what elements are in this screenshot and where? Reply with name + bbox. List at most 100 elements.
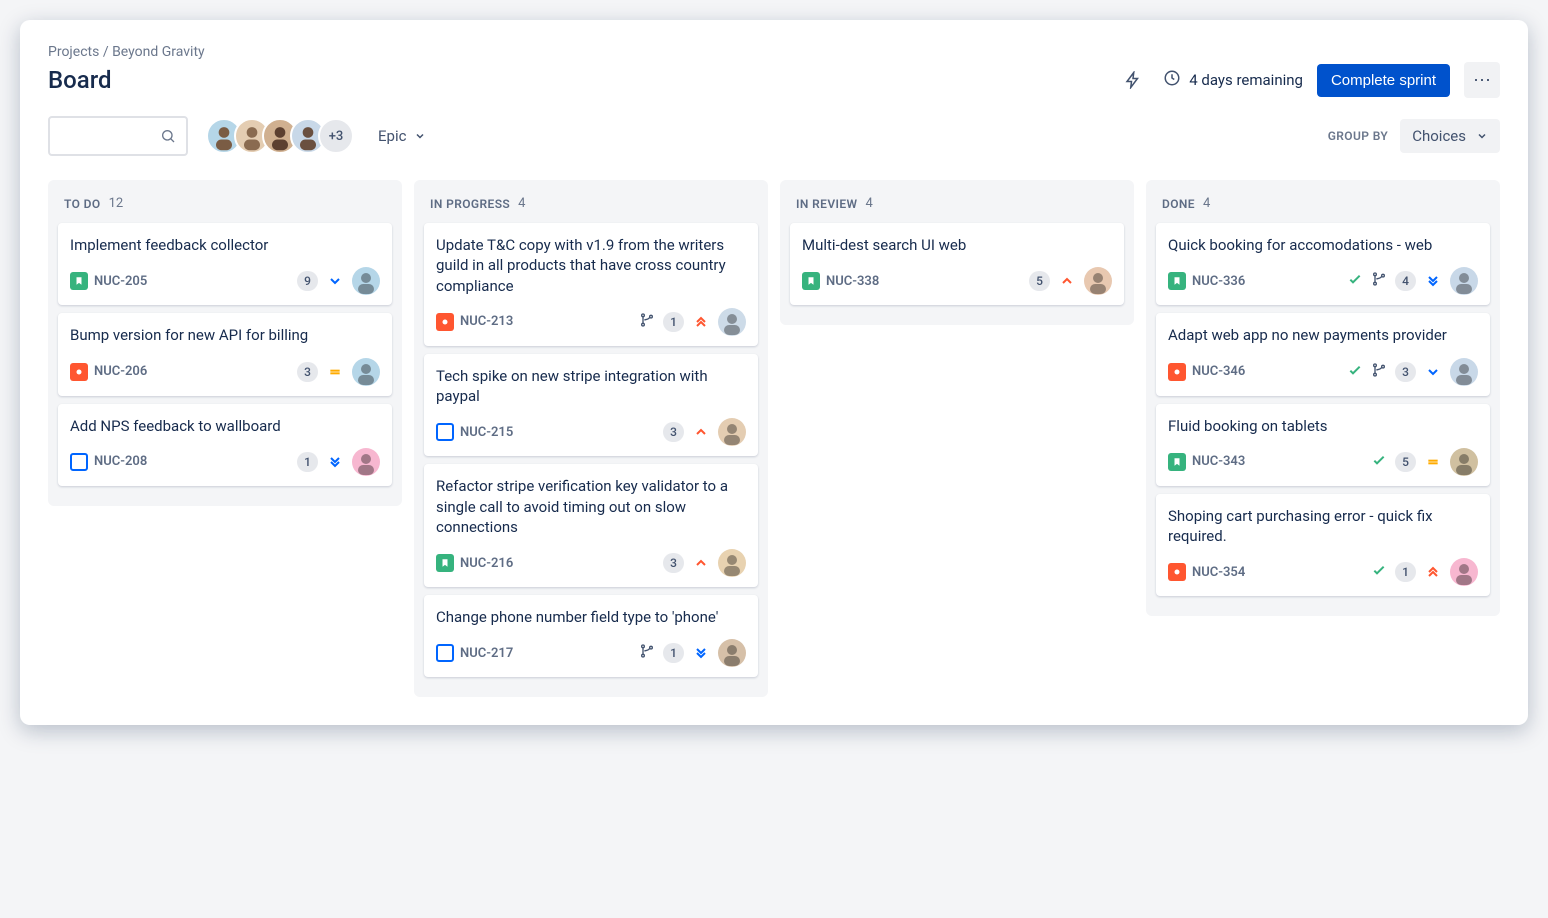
issue-key[interactable]: NUC-346 bbox=[1192, 364, 1245, 379]
page-title: Board bbox=[48, 66, 112, 94]
search-icon bbox=[160, 128, 176, 144]
group-by-select[interactable]: Choices bbox=[1400, 119, 1500, 153]
issue-summary: Adapt web app no new payments provider bbox=[1168, 325, 1478, 345]
story-points: 1 bbox=[663, 312, 684, 332]
group-by-label: GROUP BY bbox=[1328, 129, 1389, 143]
issue-summary: Fluid booking on tablets bbox=[1168, 416, 1478, 436]
assignee-avatar[interactable] bbox=[718, 418, 746, 446]
issue-key[interactable]: NUC-338 bbox=[826, 274, 879, 289]
column-title: IN REVIEW bbox=[796, 197, 857, 211]
story-icon bbox=[1168, 453, 1186, 471]
issue-card[interactable]: Fluid booking on tabletsNUC-3435 bbox=[1156, 404, 1490, 486]
task-icon bbox=[436, 644, 454, 662]
assignee-avatar[interactable] bbox=[352, 358, 380, 386]
priority-high-icon bbox=[1058, 272, 1076, 290]
issue-card[interactable]: Add NPS feedback to wallboard NUC-208 1 bbox=[58, 404, 392, 486]
done-check-icon bbox=[1347, 271, 1363, 291]
story-points: 9 bbox=[297, 271, 318, 291]
breadcrumb-project[interactable]: Beyond Gravity bbox=[112, 44, 205, 60]
issue-key[interactable]: NUC-213 bbox=[460, 314, 513, 329]
assignee-avatar[interactable] bbox=[352, 448, 380, 476]
column-title: IN PROGRESS bbox=[430, 197, 510, 211]
column-header: TO DO12 bbox=[56, 190, 394, 223]
bug-icon bbox=[436, 313, 454, 331]
column-header: IN PROGRESS 4 bbox=[422, 190, 760, 223]
assignee-avatar[interactable] bbox=[352, 267, 380, 295]
assignee-avatar[interactable] bbox=[718, 308, 746, 336]
column-to-do[interactable]: TO DO12 Implement feedback collector NUC-2… bbox=[48, 180, 402, 506]
branch-icon bbox=[639, 312, 655, 332]
assignee-avatar[interactable] bbox=[718, 639, 746, 667]
issue-card[interactable]: Change phone number field type to 'phone… bbox=[424, 595, 758, 677]
priority-high-icon bbox=[692, 423, 710, 441]
issue-key[interactable]: NUC-343 bbox=[1192, 454, 1245, 469]
issue-card[interactable]: Tech spike on new stripe integration wit… bbox=[424, 354, 758, 457]
issue-key[interactable]: NUC-215 bbox=[460, 425, 513, 440]
story-points: 3 bbox=[663, 422, 684, 442]
column-in-review[interactable]: IN REVIEW4 Multi-dest search UI web NUC-33… bbox=[780, 180, 1134, 325]
done-check-icon bbox=[1347, 362, 1363, 382]
assignee-avatar[interactable] bbox=[1450, 267, 1478, 295]
issue-key[interactable]: NUC-217 bbox=[460, 646, 513, 661]
issue-summary: Change phone number field type to 'phone… bbox=[436, 607, 746, 627]
column-in-progress[interactable]: IN PROGRESS 4 Update T&C copy with v1.9 fr… bbox=[414, 180, 768, 697]
story-points: 1 bbox=[297, 452, 318, 472]
priority-highest-icon bbox=[692, 313, 710, 331]
epic-filter-label: Epic bbox=[378, 127, 406, 145]
issue-summary: Multi-dest search UI web bbox=[802, 235, 1112, 255]
issue-card[interactable]: Shoping cart purchasing error - quick fi… bbox=[1156, 494, 1490, 597]
story-points: 3 bbox=[1395, 362, 1416, 382]
priority-medium-icon bbox=[326, 363, 344, 381]
story-points: 3 bbox=[297, 362, 318, 382]
search-input[interactable] bbox=[48, 116, 188, 156]
issue-card[interactable]: Quick booking for accomodations - webNUC… bbox=[1156, 223, 1490, 305]
automation-icon[interactable] bbox=[1117, 64, 1149, 96]
issue-key[interactable]: NUC-205 bbox=[94, 274, 147, 289]
assignee-avatar[interactable] bbox=[718, 549, 746, 577]
column-count: 4 bbox=[518, 196, 525, 211]
story-points: 1 bbox=[1395, 562, 1416, 582]
priority-low-icon bbox=[326, 272, 344, 290]
clock-icon bbox=[1163, 69, 1181, 91]
issue-summary: Add NPS feedback to wallboard bbox=[70, 416, 380, 436]
avatar-overflow[interactable]: +3 bbox=[318, 118, 354, 154]
issue-card[interactable]: Update T&C copy with v1.9 from the write… bbox=[424, 223, 758, 346]
issue-card[interactable]: Adapt web app no new payments provider NU… bbox=[1156, 313, 1490, 395]
bug-icon bbox=[1168, 563, 1186, 581]
priority-lowest-icon bbox=[1424, 272, 1442, 290]
issue-card[interactable]: Implement feedback collector NUC-205 9 bbox=[58, 223, 392, 305]
bug-icon bbox=[70, 363, 88, 381]
epic-filter[interactable]: Epic bbox=[372, 127, 432, 145]
assignee-avatar[interactable] bbox=[1450, 448, 1478, 476]
column-count: 4 bbox=[1203, 196, 1210, 211]
issue-key[interactable]: NUC-206 bbox=[94, 364, 147, 379]
issue-card[interactable]: Bump version for new API for billing NUC-… bbox=[58, 313, 392, 395]
issue-key[interactable]: NUC-336 bbox=[1192, 274, 1245, 289]
assignee-avatar[interactable] bbox=[1084, 267, 1112, 295]
days-remaining: 4 days remaining bbox=[1189, 71, 1303, 89]
issue-key[interactable]: NUC-354 bbox=[1192, 565, 1245, 580]
done-check-icon bbox=[1371, 452, 1387, 472]
priority-low-icon bbox=[1424, 363, 1442, 381]
breadcrumb: Projects / Beyond Gravity bbox=[48, 44, 1500, 60]
issue-key[interactable]: NUC-216 bbox=[460, 556, 513, 571]
story-icon bbox=[70, 272, 88, 290]
column-header: IN REVIEW4 bbox=[788, 190, 1126, 223]
issue-card[interactable]: Multi-dest search UI webNUC-3385 bbox=[790, 223, 1124, 305]
chevron-down-icon bbox=[1476, 130, 1488, 142]
assignee-avatar[interactable] bbox=[1450, 358, 1478, 386]
complete-sprint-button[interactable]: Complete sprint bbox=[1317, 64, 1450, 97]
issue-key[interactable]: NUC-208 bbox=[94, 454, 147, 469]
issue-summary: Implement feedback collector bbox=[70, 235, 380, 255]
breadcrumb-root[interactable]: Projects bbox=[48, 44, 99, 60]
issue-card[interactable]: Refactor stripe verification key validat… bbox=[424, 464, 758, 587]
priority-lowest-icon bbox=[326, 453, 344, 471]
story-points: 1 bbox=[663, 643, 684, 663]
assignee-filter[interactable]: +3 bbox=[206, 118, 354, 154]
assignee-avatar[interactable] bbox=[1450, 558, 1478, 586]
priority-medium-icon bbox=[1424, 453, 1442, 471]
issue-summary: Bump version for new API for billing bbox=[70, 325, 380, 345]
column-done[interactable]: DONE4Quick booking for accomodations - w… bbox=[1146, 180, 1500, 616]
more-actions-button[interactable]: ⋯ bbox=[1464, 62, 1500, 98]
task-icon bbox=[436, 423, 454, 441]
